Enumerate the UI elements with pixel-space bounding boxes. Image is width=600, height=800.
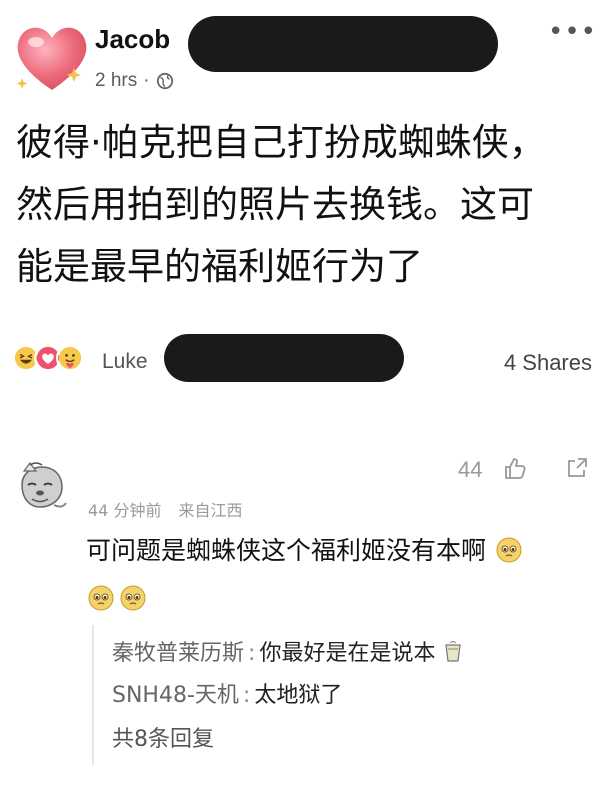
cat-avatar-icon[interactable]: [8, 455, 72, 519]
care-reaction-icon: [56, 344, 84, 372]
post-header: Jacob 2 hrs · •••: [0, 0, 600, 110]
redacted-block: [188, 16, 498, 72]
reply-text: 你最好是在是说本: [259, 641, 436, 666]
share-icon[interactable]: [566, 457, 588, 479]
comment-text-body: 可问题是蜘蛛侠这个福利姬没有本啊: [86, 536, 487, 565]
tea-emoji-icon: [445, 640, 462, 662]
post-meta: 2 hrs ·: [95, 70, 174, 92]
reply-author[interactable]: 秦牧普莱历斯: [112, 641, 244, 666]
comment-like-count: 44: [458, 457, 483, 482]
post-time[interactable]: 2 hrs: [95, 70, 137, 92]
comment-location: 来自江西: [178, 501, 243, 520]
redacted-block: [164, 334, 404, 382]
more-options-button[interactable]: •••: [548, 19, 596, 52]
comment-text: 可问题是蜘蛛侠这个福利姬没有本啊: [86, 531, 522, 567]
author-name[interactable]: Jacob: [95, 24, 170, 55]
thumbs-up-icon[interactable]: [502, 455, 528, 481]
comment: 44 44 分钟前 来自江西 可问题是蜘蛛侠这个福利姬没有本啊 秦牧普莱历斯:…: [0, 445, 600, 800]
reply-author[interactable]: SNH48-天机: [112, 683, 239, 708]
replies-box: 秦牧普莱历斯: 你最好是在是说本 SNH48-天机: 太地狱了 共8条回复: [92, 625, 564, 765]
reaction-icons[interactable]: [12, 344, 84, 372]
pleading-face-icon: [88, 585, 114, 611]
shares-count[interactable]: 4 Shares: [504, 350, 592, 376]
more-replies-link[interactable]: 共8条回复: [112, 721, 214, 753]
post-text: 彼得·帕克把自己打扮成蜘蛛侠， 然后用拍到的照片去换钱。这可 能是最早的福利姬行…: [16, 121, 546, 288]
pleading-face-icon: [120, 585, 146, 611]
comment-meta: 44 分钟前 来自江西: [88, 497, 255, 521]
reply-item[interactable]: SNH48-天机: 太地狱了: [112, 677, 342, 709]
reply-text: 太地狱了: [254, 683, 343, 708]
reply-separator: :: [242, 683, 251, 708]
pleading-face-icon: [496, 537, 522, 563]
comment-emojis: [86, 585, 146, 611]
reply-item[interactable]: 秦牧普莱历斯: 你最好是在是说本: [112, 635, 464, 667]
meta-separator: ·: [143, 70, 150, 91]
comment-time: 44 分钟前: [88, 501, 162, 520]
reactor-name[interactable]: Luke: [102, 350, 148, 374]
heart-avatar-icon[interactable]: [12, 18, 92, 98]
reactions-row: Luke 4 Shares: [0, 330, 600, 390]
reply-separator: :: [248, 641, 256, 666]
globe-icon: [156, 72, 173, 90]
